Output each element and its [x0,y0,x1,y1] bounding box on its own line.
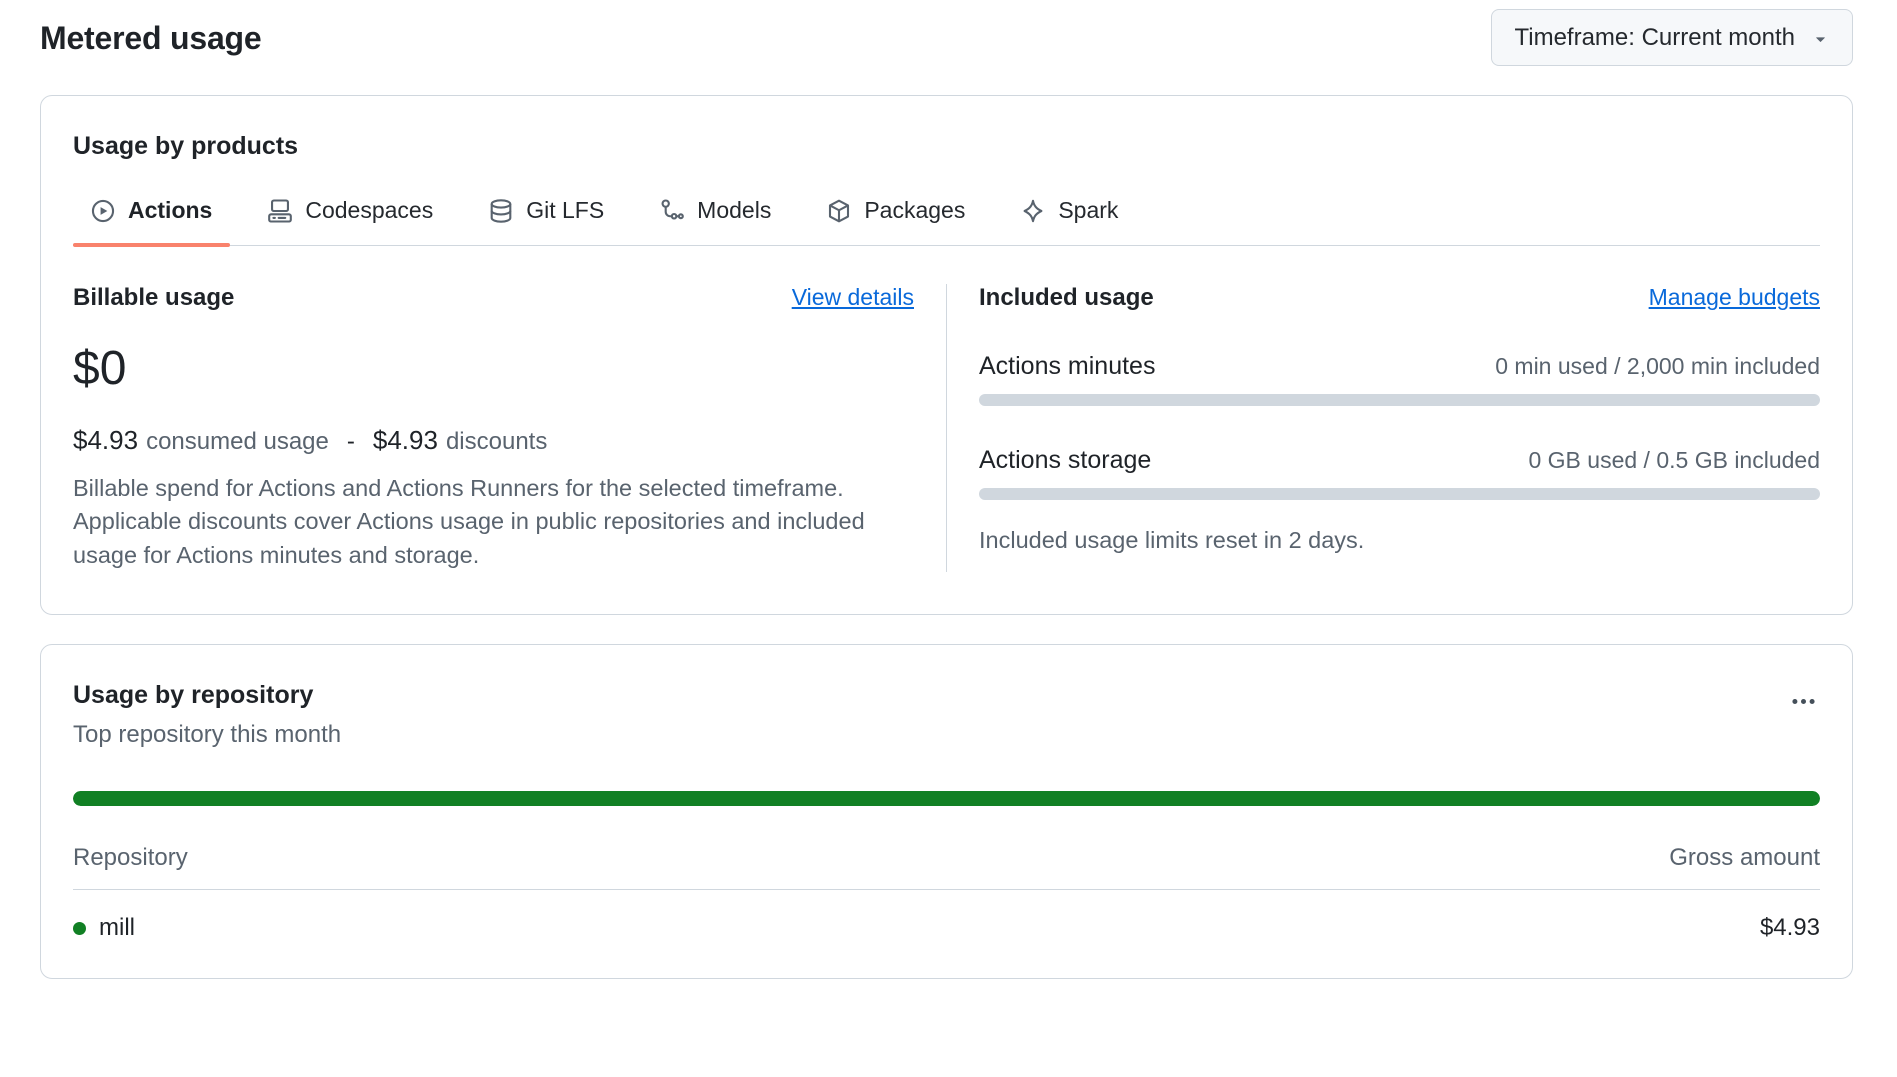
included-usage-heading: Included usage [979,284,1154,312]
meter-label: Actions minutes [979,352,1155,381]
meter-usage: 0 GB used / 0.5 GB included [1528,447,1820,474]
repo-card-menu-button[interactable] [1781,679,1826,724]
actions-minutes-progressbar [979,394,1820,406]
page-header: Metered usage Timeframe: Current month [40,6,1853,66]
repo-card-headings: Usage by repository Top repository this … [73,675,341,749]
column-divider [946,284,947,572]
tab-label: Spark [1058,197,1118,224]
tab-label: Packages [864,197,965,224]
billable-description: Billable spend for Actions and Actions R… [73,472,914,572]
repo-table-header: Repository Gross amount [73,844,1820,890]
codespaces-icon [268,199,292,223]
actions-storage-row: Actions storage 0 GB used / 0.5 GB inclu… [979,446,1820,475]
sparkle-icon [1021,199,1045,223]
kebab-horizontal-icon [1791,689,1816,714]
reset-note: Included usage limits reset in 2 days. [979,527,1820,554]
timeframe-dropdown[interactable]: Timeframe: Current month [1491,9,1853,66]
repo-gross-amount: $4.93 [1760,914,1820,942]
included-usage-section: Included usage Manage budgets Actions mi… [979,284,1820,572]
tab-packages[interactable]: Packages [809,197,983,245]
tab-label: Models [697,197,771,224]
actions-minutes-row: Actions minutes 0 min used / 2,000 min i… [979,352,1820,381]
repo-name-cell: mill [73,914,135,942]
tab-actions[interactable]: Actions [73,197,230,245]
consumed-label: consumed usage [146,428,329,456]
tab-label: Codespaces [305,197,433,224]
database-icon [489,199,513,223]
repo-usage-bar [73,791,1820,806]
consumed-discount-line: $4.93 consumed usage - $4.93 discounts [73,425,914,456]
products-card-columns: Billable usage View details $0 $4.93 con… [73,284,1820,572]
page-title: Metered usage [40,20,261,57]
tab-codespaces[interactable]: Codespaces [250,197,451,245]
tab-git-lfs[interactable]: Git LFS [471,197,622,245]
usage-by-repository-card: Usage by repository Top repository this … [40,644,1853,979]
product-tabs: Actions Codespaces Git LFS Models Packag… [73,197,1820,246]
billable-usage-heading: Billable usage [73,284,234,312]
products-card-title: Usage by products [73,132,1820,161]
chevron-down-icon [1811,29,1830,48]
table-row: mill $4.93 [73,890,1820,948]
tab-label: Git LFS [526,197,604,224]
billable-total: $0 [73,345,914,393]
metered-usage-page: Metered usage Timeframe: Current month U… [0,0,1897,979]
ai-model-icon [660,199,684,223]
tab-label: Actions [128,197,212,224]
timeframe-label: Timeframe: Current month [1514,24,1795,52]
package-icon [827,199,851,223]
repo-usage-bar-fill [73,791,1820,806]
discount-label: discounts [446,428,547,456]
consumed-amount: $4.93 [73,425,138,456]
meter-label: Actions storage [979,446,1151,475]
play-icon [91,199,115,223]
repo-color-dot [73,922,86,935]
repository-card-title: Usage by repository [73,681,341,710]
repository-card-subtitle: Top repository this month [73,721,341,749]
tab-models[interactable]: Models [642,197,789,245]
tab-spark[interactable]: Spark [1003,197,1136,245]
column-header-repository: Repository [73,844,188,872]
usage-by-products-card: Usage by products Actions Codespaces Git… [40,95,1853,615]
column-header-gross-amount: Gross amount [1669,844,1820,872]
billable-usage-section: Billable usage View details $0 $4.93 con… [73,284,914,572]
view-details-link[interactable]: View details [792,284,914,311]
minus-separator: - [347,428,355,456]
meter-usage: 0 min used / 2,000 min included [1495,353,1820,380]
repo-name: mill [99,914,135,942]
manage-budgets-link[interactable]: Manage budgets [1649,284,1820,311]
actions-storage-progressbar [979,488,1820,500]
discount-amount: $4.93 [373,425,438,456]
